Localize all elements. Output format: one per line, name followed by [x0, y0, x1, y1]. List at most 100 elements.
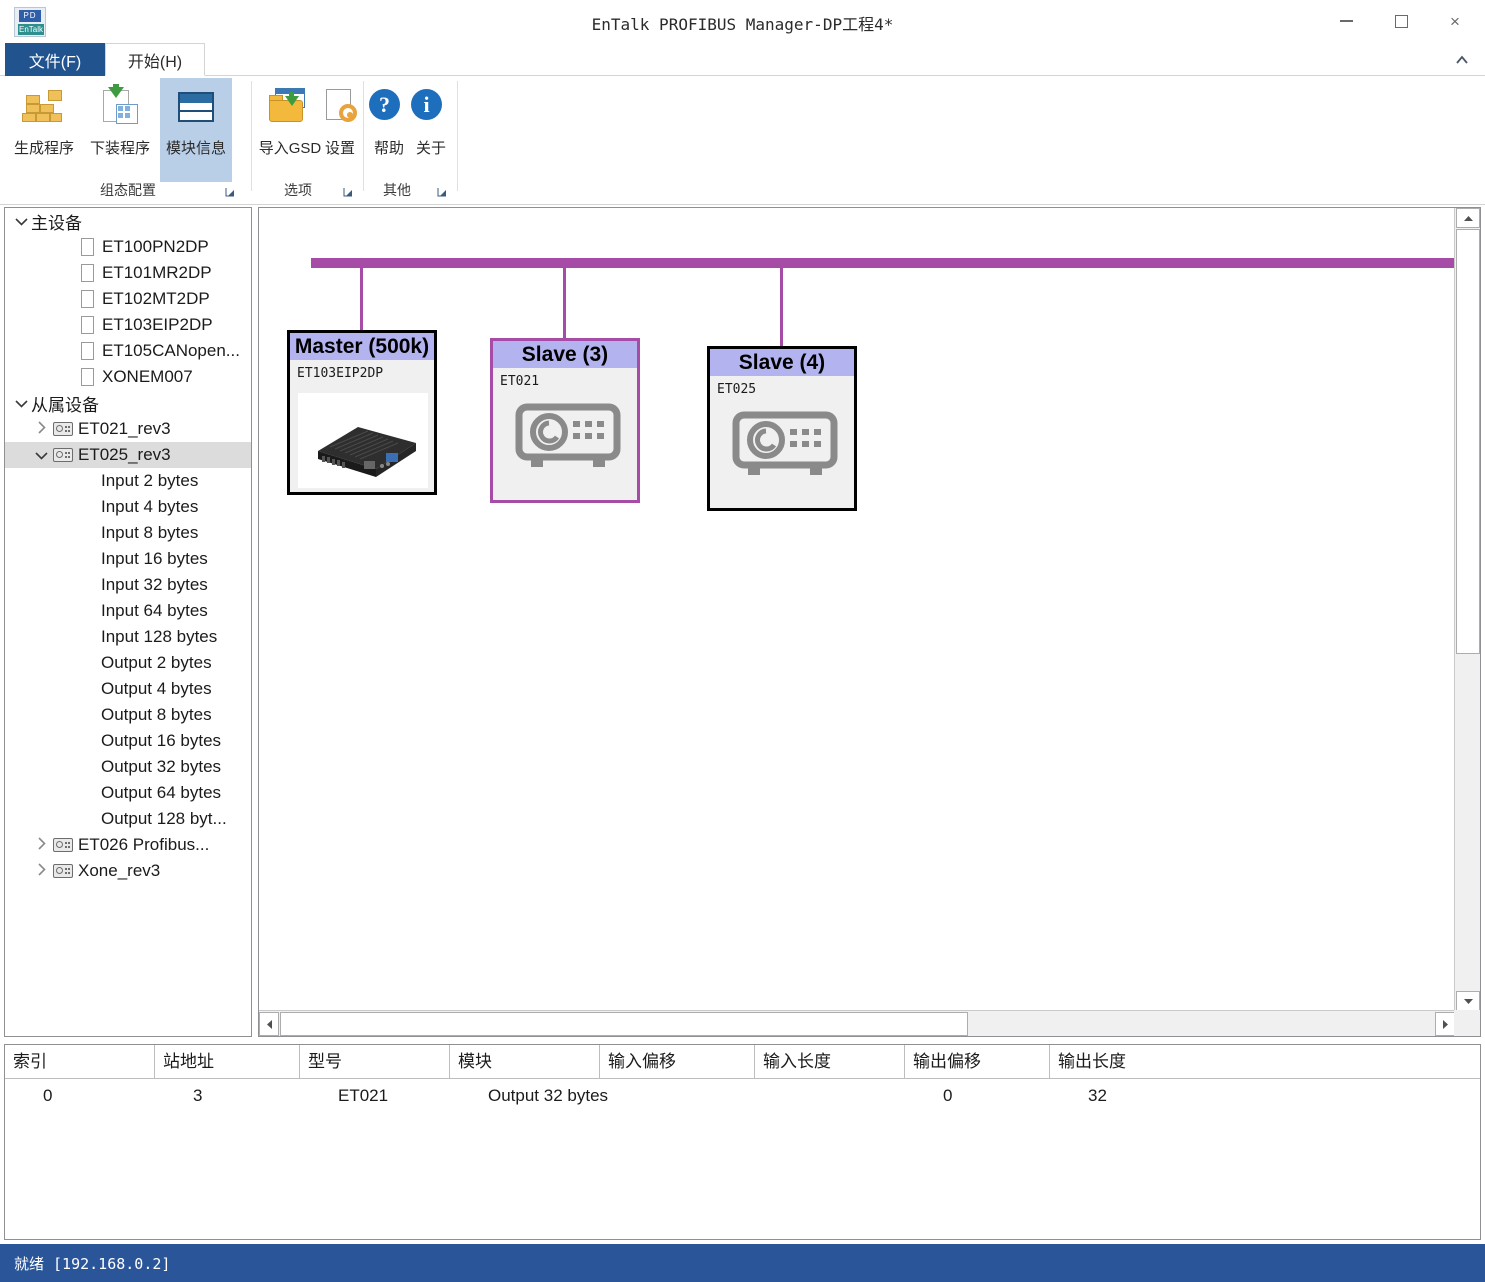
table-column-header[interactable]: 型号 — [300, 1045, 450, 1078]
vertical-scrollbar[interactable] — [1454, 208, 1480, 1011]
tree-item[interactable]: ET025_rev3 — [5, 442, 251, 468]
device-tree-panel[interactable]: 主设备 ET100PN2DP ET101MR2DP ET102MT2DP ET103EI… — [4, 207, 252, 1037]
scroll-up-button[interactable] — [1456, 208, 1480, 228]
module-info-button[interactable]: 模块信息 — [160, 78, 232, 182]
maximize-button[interactable] — [1378, 0, 1424, 42]
tab-file[interactable]: 文件(F) — [5, 43, 105, 76]
tree-item[interactable]: Output 128 byt... — [5, 806, 251, 832]
chevron-right-icon[interactable] — [31, 421, 51, 437]
tree-item[interactable]: 从属设备 — [5, 390, 251, 416]
chevron-right-icon[interactable] — [31, 863, 51, 879]
minimize-button[interactable] — [1323, 0, 1369, 42]
tree-item[interactable]: Input 64 bytes — [5, 598, 251, 624]
scroll-down-button[interactable] — [1456, 991, 1480, 1011]
ribbon-group-label-configuration: 组态配置 — [100, 182, 156, 198]
tree-item-label: ET021_rev3 — [78, 419, 171, 438]
tree-item-label: Input 128 bytes — [101, 627, 218, 646]
chevron-right-icon[interactable] — [31, 837, 51, 853]
download-program-icon — [94, 84, 146, 130]
tree-item[interactable]: ET101MR2DP — [5, 260, 251, 286]
network-diagram-panel[interactable]: Master (500k) ET103EIP2DP Slave (3) ET02… — [258, 207, 1481, 1037]
generate-program-button[interactable]: 生成程序 — [8, 78, 80, 182]
dialog-launcher-icon[interactable] — [224, 186, 236, 198]
settings-gear-icon — [314, 84, 366, 130]
table-cell: 32 — [1088, 1086, 1107, 1105]
tab-home[interactable]: 开始(H) — [105, 43, 205, 76]
tree-item[interactable]: ET026 Profibus... — [5, 832, 251, 858]
ribbon-group-options: 导入GSD 设置 选项 — [252, 76, 364, 204]
tree-item[interactable]: 主设备 — [5, 208, 251, 234]
chevron-up-icon[interactable] — [1451, 51, 1473, 69]
scroll-right-button[interactable] — [1435, 1012, 1455, 1036]
node-title: Master (500k) — [290, 333, 434, 360]
tree-item-label: ET025_rev3 — [78, 445, 171, 464]
tree-item-label: Input 16 bytes — [101, 549, 208, 568]
table-column-header[interactable]: 输出长度 — [1050, 1045, 1480, 1078]
download-program-button[interactable]: 下装程序 — [84, 78, 156, 182]
table-column-header[interactable]: 输入偏移 — [600, 1045, 755, 1078]
tree-item[interactable]: ET021_rev3 — [5, 416, 251, 442]
settings-button[interactable]: 设置 — [314, 78, 366, 182]
tree-item-label: Output 2 bytes — [101, 653, 212, 672]
tree-item[interactable]: Input 2 bytes — [5, 468, 251, 494]
diagram-node-slave-3[interactable]: Slave (3) ET021 — [490, 338, 640, 503]
table-column-header[interactable]: 站地址 — [155, 1045, 300, 1078]
status-bar: 就绪 [192.168.0.2] — [0, 1244, 1485, 1282]
tree-item[interactable]: ET105CANopen... — [5, 338, 251, 364]
tree-item[interactable]: Xone_rev3 — [5, 858, 251, 884]
tree-item[interactable]: Output 32 bytes — [5, 754, 251, 780]
table-column-header[interactable]: 索引 — [5, 1045, 155, 1078]
tree-item[interactable]: Output 16 bytes — [5, 728, 251, 754]
close-button[interactable]: × — [1432, 0, 1478, 42]
table-body[interactable]: 0 3 ET021 Output 32 bytes 0 32 — [5, 1079, 1480, 1113]
tree-item[interactable]: Output 4 bytes — [5, 676, 251, 702]
tree-item[interactable]: Input 4 bytes — [5, 494, 251, 520]
tree-item[interactable]: Output 8 bytes — [5, 702, 251, 728]
document-icon — [77, 238, 99, 256]
tree-item[interactable]: ET103EIP2DP — [5, 312, 251, 338]
chevron-down-icon[interactable] — [11, 396, 31, 411]
chevron-down-icon[interactable] — [31, 448, 51, 463]
generate-program-label: 生成程序 — [13, 140, 74, 157]
status-text: 就绪 [192.168.0.2] — [14, 1254, 171, 1273]
diagram-canvas[interactable]: Master (500k) ET103EIP2DP Slave (3) ET02… — [259, 208, 1455, 1011]
slave-device-icon — [513, 399, 623, 479]
dialog-launcher-icon[interactable] — [436, 186, 448, 198]
tree-item[interactable]: ET102MT2DP — [5, 286, 251, 312]
tree-item[interactable]: XONEM007 — [5, 364, 251, 390]
diagram-node-slave-4[interactable]: Slave (4) ET025 — [707, 346, 857, 511]
tree-item-label: Output 16 bytes — [101, 731, 222, 750]
about-button[interactable]: i 关于 — [408, 78, 454, 182]
tree-item-label: Input 32 bytes — [101, 575, 208, 594]
tree-item[interactable]: Input 128 bytes — [5, 624, 251, 650]
table-column-header[interactable]: 输出偏移 — [905, 1045, 1050, 1078]
device-icon — [51, 863, 75, 879]
vertical-scroll-thumb[interactable] — [1456, 229, 1480, 654]
node-model: ET025 — [717, 382, 757, 397]
diagram-node-master[interactable]: Master (500k) ET103EIP2DP — [287, 330, 437, 495]
tree-item[interactable]: Output 2 bytes — [5, 650, 251, 676]
tree-item[interactable]: Input 8 bytes — [5, 520, 251, 546]
module-table-panel[interactable]: 索引 站地址 型号 模块 输入偏移 输入长度 输出偏移 输出长度 0 3 ET021 Output … — [4, 1044, 1481, 1240]
ribbon-tab-strip: 文件(F) 开始(H) — [0, 43, 1485, 76]
module-info-label: 模块信息 — [165, 140, 226, 157]
tree-item[interactable]: Output 64 bytes — [5, 780, 251, 806]
document-icon — [77, 368, 99, 386]
tree-item[interactable]: ET100PN2DP — [5, 234, 251, 260]
tree-item-label: Output 32 bytes — [101, 757, 222, 776]
table-row[interactable]: 0 3 ET021 Output 32 bytes 0 32 — [5, 1079, 1480, 1113]
ribbon-group-other: ? 帮助 i 关于 其他 — [364, 76, 458, 204]
tree-item[interactable]: Input 32 bytes — [5, 572, 251, 598]
master-device-image — [298, 393, 428, 488]
scroll-left-button[interactable] — [259, 1012, 279, 1036]
table-cell — [785, 1079, 935, 1112]
horizontal-scroll-thumb[interactable] — [280, 1012, 968, 1036]
chevron-down-icon[interactable] — [11, 214, 31, 229]
device-icon — [51, 421, 75, 437]
table-column-header[interactable]: 输入长度 — [755, 1045, 905, 1078]
tree-item[interactable]: Input 16 bytes — [5, 546, 251, 572]
table-column-header[interactable]: 模块 — [450, 1045, 600, 1078]
document-icon — [77, 290, 99, 308]
settings-label: 设置 — [324, 140, 355, 157]
horizontal-scrollbar[interactable] — [259, 1010, 1455, 1036]
